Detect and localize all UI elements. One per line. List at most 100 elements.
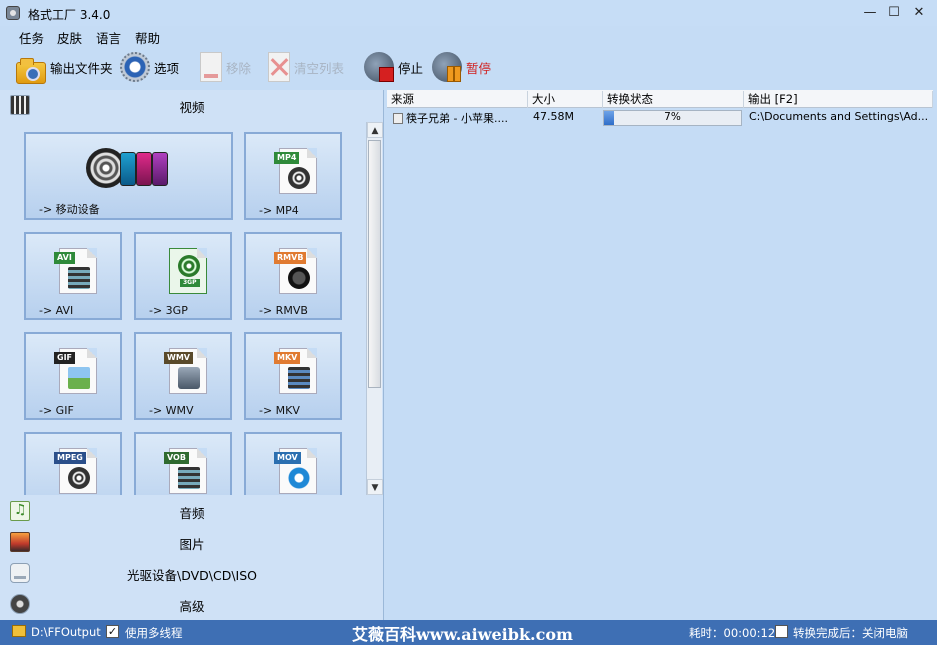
pause-button[interactable]: 暂停 — [432, 50, 491, 84]
category-video-label: 视频 — [179, 100, 205, 115]
gif-tag: GIF — [54, 352, 76, 364]
tile-mp4-label: -> MP4 — [259, 204, 299, 217]
tile-rmvb[interactable]: RMVB -> RMVB — [244, 232, 342, 320]
after-complete-checkbox[interactable] — [775, 625, 788, 638]
menu-help[interactable]: 帮助 — [135, 28, 160, 47]
options-icon — [120, 52, 150, 82]
options-button[interactable]: 选项 — [120, 50, 179, 84]
pause-icon — [432, 52, 462, 82]
tile-wmv-label: -> WMV — [149, 404, 194, 417]
pause-label: 暂停 — [466, 60, 492, 76]
category-advanced[interactable]: 高级 — [0, 589, 384, 619]
mobile-device-icon — [86, 144, 176, 190]
mp4-tag: MP4 — [274, 152, 300, 164]
tiles-scrollbar[interactable]: ▲ ▼ — [366, 122, 383, 495]
title-bar: 格式工厂 3.4.0 — ☐ ✕ — [0, 0, 937, 26]
multithread-label: 使用多线程 — [125, 626, 183, 640]
3gp-file-icon: 3GP — [169, 248, 207, 294]
gif-file-icon: GIF — [54, 348, 97, 394]
maximize-button[interactable]: ☐ — [884, 4, 904, 22]
mpeg-file-icon: MPEG — [54, 448, 97, 494]
clear-list-button[interactable]: 清空列表 — [264, 50, 344, 84]
tile-rmvb-label: -> RMVB — [259, 304, 308, 317]
remove-button[interactable]: 移除 — [196, 50, 251, 84]
vob-file-icon: VOB — [164, 448, 207, 494]
folder-icon[interactable] — [12, 625, 26, 637]
close-button[interactable]: ✕ — [909, 4, 929, 22]
wmv-tag: WMV — [164, 352, 193, 364]
tile-gif-label: -> GIF — [39, 404, 74, 417]
scroll-up-icon[interactable]: ▲ — [367, 122, 383, 138]
column-size[interactable]: 大小 — [528, 91, 603, 108]
category-optical[interactable]: 光驱设备\DVD\CD\ISO — [0, 558, 384, 588]
scroll-down-icon[interactable]: ▼ — [367, 479, 383, 495]
task-list: 来源 大小 转换状态 输出 [F2] 筷子兄弟 - 小苹果.... 47.58M… — [387, 90, 937, 620]
tile-avi-label: -> AVI — [39, 304, 74, 317]
tile-mobile-device-label: -> 移动设备 — [39, 203, 100, 216]
scroll-thumb[interactable] — [368, 140, 381, 388]
tile-mpeg[interactable]: MPEG — [24, 432, 122, 495]
stop-button[interactable]: 停止 — [364, 50, 423, 84]
category-image-label: 图片 — [179, 537, 205, 552]
row-output: C:\Documents and Settings\Ad... — [749, 110, 929, 123]
avi-file-icon: AVI — [54, 248, 97, 294]
file-icon — [393, 113, 403, 124]
output-folder-button[interactable]: 输出文件夹 — [16, 50, 113, 84]
after-complete-label: 转换完成后：关闭电脑 — [793, 626, 908, 640]
column-source[interactable]: 来源 — [387, 91, 528, 108]
category-video[interactable]: 视频 — [0, 90, 384, 120]
minimize-button[interactable]: — — [860, 4, 880, 22]
avi-tag: AVI — [54, 252, 75, 264]
folder-icon — [16, 58, 46, 84]
mov-tag: MOV — [274, 452, 301, 464]
menu-bar: 任务 皮肤 语言 帮助 — [0, 26, 937, 46]
app-icon — [6, 6, 20, 20]
status-bar: D:\FFOutput ✓ 使用多线程 艾薇百科www.aiweibk.com … — [0, 620, 937, 645]
rmvb-file-icon: RMVB — [274, 248, 317, 294]
clear-list-icon — [268, 52, 290, 82]
tile-wmv[interactable]: WMV -> WMV — [134, 332, 232, 420]
mkv-tag: MKV — [274, 352, 301, 364]
row-source: 筷子兄弟 - 小苹果.... — [406, 112, 508, 125]
mpeg-tag: MPEG — [54, 452, 86, 464]
remove-label: 移除 — [226, 60, 252, 76]
category-advanced-label: 高级 — [179, 599, 205, 614]
category-audio[interactable]: 音频 — [0, 496, 384, 526]
options-label: 选项 — [154, 60, 180, 76]
category-audio-label: 音频 — [179, 506, 205, 521]
menu-task[interactable]: 任务 — [19, 28, 44, 47]
tile-mov[interactable]: MOV — [244, 432, 342, 495]
tile-mkv-label: -> MKV — [259, 404, 300, 417]
rmvb-tag: RMVB — [274, 252, 307, 264]
tile-gif[interactable]: GIF -> GIF — [24, 332, 122, 420]
output-folder-path[interactable]: D:\FFOutput — [31, 625, 101, 639]
tile-3gp[interactable]: 3GP -> 3GP — [134, 232, 232, 320]
tile-vob[interactable]: VOB — [134, 432, 232, 495]
wmv-file-icon: WMV — [164, 348, 207, 394]
tile-mp4[interactable]: MP4 -> MP4 — [244, 132, 342, 220]
toolbar: 输出文件夹 选项 移除 清空列表 停止 暂停 — [0, 48, 937, 88]
tile-mobile-device[interactable]: -> 移动设备 — [24, 132, 233, 220]
row-source-cell: 筷子兄弟 - 小苹果.... — [393, 110, 525, 126]
multithread-checkbox[interactable]: ✓ — [106, 625, 119, 638]
stop-icon — [364, 52, 394, 82]
output-folder-label: 输出文件夹 — [50, 60, 113, 76]
category-image[interactable]: 图片 — [0, 527, 384, 557]
progress-text: 7% — [664, 111, 681, 123]
menu-language[interactable]: 语言 — [96, 28, 121, 47]
3gp-tag: 3GP — [180, 279, 200, 287]
task-list-header: 来源 大小 转换状态 输出 [F2] — [387, 90, 933, 108]
watermark: 艾薇百科www.aiweibk.com — [352, 625, 573, 644]
elapsed-time: 耗时：00:00:12 — [689, 626, 776, 640]
video-format-tiles: -> 移动设备 MP4 -> MP4 AVI -> AVI 3GP -> 3GP… — [10, 122, 362, 495]
menu-skin[interactable]: 皮肤 — [57, 28, 82, 47]
mkv-file-icon: MKV — [274, 348, 317, 394]
tile-mkv[interactable]: MKV -> MKV — [244, 332, 342, 420]
column-output[interactable]: 输出 [F2] — [744, 91, 933, 108]
tile-avi[interactable]: AVI -> AVI — [24, 232, 122, 320]
conversion-progress-bar: 7% — [603, 110, 742, 126]
category-optical-label: 光驱设备\DVD\CD\ISO — [126, 568, 258, 583]
mov-file-icon: MOV — [274, 448, 317, 494]
column-status[interactable]: 转换状态 — [603, 91, 744, 108]
vob-tag: VOB — [164, 452, 189, 464]
